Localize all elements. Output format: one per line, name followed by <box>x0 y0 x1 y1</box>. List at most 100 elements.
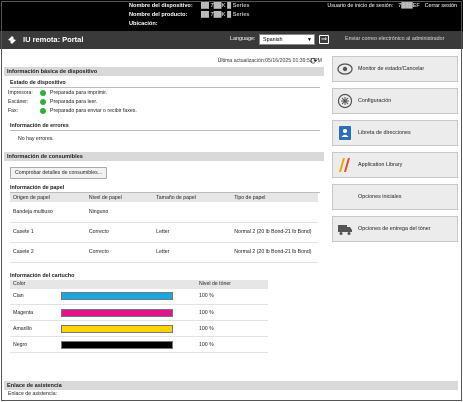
table-row: Negro 100 % <box>10 336 268 353</box>
top-bar: Nombre del dispositivo: ██ 7██K █ Series … <box>0 0 463 31</box>
location-label: Ubicación: <box>129 21 158 27</box>
support-section: Enlace de asistencia Enlace de asistenci… <box>4 381 458 397</box>
column-header <box>58 279 196 289</box>
logout-link[interactable]: Cerrar sesión <box>425 3 457 9</box>
toner-bar-amarillo <box>61 324 173 333</box>
support-label: Enlace de asistencia: <box>8 391 58 397</box>
application-library-button[interactable]: Application Library <box>332 152 458 178</box>
table-cell: Bandeja multiuso <box>10 202 86 223</box>
address-book-button[interactable]: Libreta de direcciones <box>332 120 458 146</box>
cartridge-level: 100 % <box>196 288 268 305</box>
table-cell: Casete 2 <box>10 242 86 263</box>
status-value: Preparado para enviar o recibir faxes. <box>50 107 137 114</box>
column-header: Nivel de tóner <box>196 279 268 289</box>
table-row: Casete 2 Correcto Letter Normal 2 (20 lb… <box>10 242 318 263</box>
table-cell: Normal 2 (20 lb Bond-21 lb Bond) <box>231 222 318 243</box>
cartridge-bar-cell <box>58 336 196 353</box>
column-header: Origen de papel <box>10 193 86 202</box>
device-info-heading: Información básica de dispositivo <box>4 67 324 76</box>
last-update-text: Última actualización:05/16/2025 01:39:51… <box>217 58 322 64</box>
page-title: IU remota: Portal <box>23 35 84 44</box>
toner-bar-magenta <box>61 308 173 317</box>
table-row: Casete 1 Correcto Letter Normal 2 (20 lb… <box>10 222 318 243</box>
language-label: Language: <box>230 36 256 42</box>
table-cell: Casete 1 <box>10 222 86 243</box>
login-user-label: Usuario de inicio de sesión: <box>327 3 394 9</box>
initial-options-button[interactable]: Opciones iniciales <box>332 184 458 210</box>
status-label: Impresora: <box>8 89 33 96</box>
login-info: Usuario de inicio de sesión: 7███EF Cerr… <box>327 3 457 9</box>
table-cell: Letter <box>153 222 232 243</box>
column-header: Tamaño de papel <box>153 193 232 202</box>
consumables-heading: Información de consumibles <box>4 152 324 161</box>
language-select[interactable]: Spanish ▼ <box>259 34 315 45</box>
status-label: Fax: <box>8 107 19 114</box>
product-name-value: ██ 7██K █ Series <box>201 12 250 18</box>
settings-button[interactable]: Configuración <box>332 88 458 114</box>
device-info-header: Nombre del dispositivo: ██ 7██K █ Series … <box>129 2 249 29</box>
status-ok-icon <box>40 107 46 114</box>
side-item-label: Opciones de entrega del tóner <box>358 226 431 232</box>
address-book-icon <box>337 125 353 141</box>
cartridge-name: Amarillo <box>10 320 58 337</box>
table-cell <box>153 202 232 223</box>
status-row-scanner: Escáner: Preparada para leer. <box>8 97 324 106</box>
application-library-icon <box>337 157 353 173</box>
table-row: Bandeja multiuso Ninguno <box>10 202 318 223</box>
cartridge-level: 100 % <box>196 320 268 337</box>
login-user-value: 7███EF <box>398 3 420 9</box>
cartridge-level: 100 % <box>196 304 268 321</box>
side-item-label: Monitor de estado/Cancelar <box>358 66 425 72</box>
status-value: Preparada para imprimir. <box>50 89 108 96</box>
column-header: Tipo de papel <box>231 193 318 202</box>
table-row: Magenta 100 % <box>10 304 268 321</box>
side-item-label: Application Library <box>358 162 403 168</box>
status-monitor-button[interactable]: Monitor de estado/Cancelar <box>332 56 458 82</box>
refresh-icon[interactable]: ⟳ <box>310 56 320 66</box>
table-cell <box>231 202 318 223</box>
toner-delivery-icon <box>337 221 353 237</box>
side-item-label: Libreta de direcciones <box>358 130 411 136</box>
errors-value: No hay errores. <box>18 136 54 142</box>
cartridge-bar-cell <box>58 288 196 305</box>
language-go-icon[interactable]: ⇒ <box>319 35 329 44</box>
main-content: Información básica de dispositivo Estado… <box>4 67 324 353</box>
table-cell: Correcto <box>85 242 154 263</box>
status-ok-icon <box>40 98 46 105</box>
cartridge-table-header: Color Nivel de tóner <box>10 279 268 289</box>
toner-bar-cian <box>61 292 173 301</box>
settings-icon <box>337 93 353 109</box>
cartridge-name: Cian <box>10 288 58 305</box>
status-row-fax: Fax: Preparado para enviar o recibir fax… <box>8 106 324 115</box>
toner-bar-negro <box>61 340 173 349</box>
cartridge-name: Negro <box>10 336 58 353</box>
device-name-label: Nombre del dispositivo: <box>129 3 193 9</box>
language-select-value: Spanish <box>263 37 283 43</box>
mail-admin-link[interactable]: Enviar correo electrónico al administrad… <box>345 36 444 42</box>
paper-table-header: Origen de papel Nivel de papel Tamaño de… <box>10 193 318 202</box>
paper-info-heading: Información de papel <box>10 185 320 193</box>
cartridge-level: 100 % <box>196 336 268 353</box>
cartridge-name: Magenta <box>10 304 58 321</box>
cartridge-table: Color Nivel de tóner Cian 100 % Magenta … <box>10 279 268 353</box>
status-value: Preparada para leer. <box>50 98 98 105</box>
product-name-label: Nombre del producto: <box>129 12 188 18</box>
status-ok-icon <box>40 89 46 96</box>
remote-ui-logo-icon <box>8 36 16 44</box>
toner-delivery-button[interactable]: Opciones de entrega del tóner <box>332 216 458 242</box>
title-bar: IU remota: Portal Language: Spanish ▼ ⇒ … <box>0 31 463 49</box>
table-cell: Ninguno <box>85 202 154 223</box>
status-label: Escáner: <box>8 98 29 105</box>
device-status-heading: Estado de dispositivo <box>10 80 320 88</box>
status-monitor-icon <box>337 61 353 77</box>
table-cell: Letter <box>153 242 232 263</box>
support-heading: Enlace de asistencia <box>4 381 458 390</box>
chevron-down-icon: ▼ <box>307 37 312 43</box>
table-row: Amarillo 100 % <box>10 320 268 337</box>
device-name-value: ██ 7██K █ Series <box>201 3 250 9</box>
errors-heading: Información de errores <box>10 123 320 131</box>
status-row-printer: Impresora: Preparada para imprimir. <box>8 88 324 97</box>
check-consumables-button[interactable]: Comprobar detalles de consumibles... <box>10 167 108 179</box>
cartridge-bar-cell <box>58 304 196 321</box>
column-header: Nivel de papel <box>85 193 154 202</box>
